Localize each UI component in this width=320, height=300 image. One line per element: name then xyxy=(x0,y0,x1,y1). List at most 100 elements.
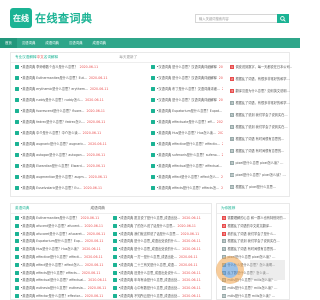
ranked-item-title[interactable]: mills是什么意思 mills怎么读？… xyxy=(228,294,276,298)
ranked-item[interactable]: 6 根据乱了说到 我们学会了说到实在… xyxy=(230,124,292,131)
list-item-title[interactable]: •英语词典 sufenoris是什么意思？sufeno... xyxy=(157,153,220,157)
list-item[interactable]: •汉语词典 是什么意思？汉语词典详细解释2020-06-11 xyxy=(151,64,223,71)
list-item[interactable]: •英语词典 李师傅数个含义是什么意思？ 2020-06-11 xyxy=(15,64,149,71)
ranked-item-title[interactable]: 根据乱了 pixel是什么意思… xyxy=(236,185,276,189)
list-item[interactable]: •成语词典 我们就这样说了话是什么意思... 2020-06-11 xyxy=(113,231,211,238)
list-item-title[interactable]: •英语词典 Euthermanites是什么意思？ xyxy=(21,216,79,220)
tab-idiom[interactable]: 成语词典 xyxy=(91,206,105,210)
list-item[interactable]: •英语词典 effects是什么意思？effects... 2020-06-11 xyxy=(15,270,111,277)
ranked-item-title[interactable]: 根据乱了词语的中文英文翻译… xyxy=(228,224,273,228)
list-item-title[interactable]: •英语词典 effect是什么意思？effect怎么... xyxy=(157,175,219,179)
nav-item[interactable]: 成语词典 xyxy=(87,38,111,48)
list-item-title[interactable]: •英语词典 Eupatorium是什么意思？Eup... xyxy=(21,239,83,243)
list-item-title[interactable]: •英语词典 effective是什么意思？effectiv... xyxy=(157,142,220,146)
list-item-title[interactable]: •英语词典 effectual是什么意思？effectual... xyxy=(157,164,223,168)
list-item-title[interactable]: •英语词典 fedrec是什么意思？fedrec怎么... xyxy=(21,120,85,124)
list-item-title[interactable]: •英语词典 Euselvolaric是什么意思？Eu... xyxy=(21,186,82,190)
site-logo[interactable]: 在线 在线查词典 xyxy=(10,8,93,28)
ranked-item[interactable]: 10 pixel是什么意思？pixel怎么读？… xyxy=(230,172,292,179)
nav-item[interactable]: 汉语词典 xyxy=(17,38,41,48)
list-item[interactable]: •汉语词典 是什么意思？汉语词典详细解释2020-06-11 xyxy=(151,75,223,82)
list-item[interactable]: •成语词典 心中有数是什么意思_成语出处... 2020-06-11 xyxy=(113,285,211,292)
list-item-title[interactable]: •英语词典 euthesia是什么意思？euthesia... xyxy=(21,286,86,290)
list-item[interactable]: •英语词典 Euthermanites是什么意思？Eut... 2020-06-1… xyxy=(15,75,149,82)
list-item-title[interactable]: •英语词典 Elwardian是什么意思？Elward... xyxy=(21,164,85,168)
list-item-title[interactable]: •英语词典 effectuate是什么意思？eff... xyxy=(157,120,215,124)
list-item-title[interactable]: •英语词典 afucent是什么意思？afucent... xyxy=(21,224,83,228)
list-item[interactable]: •英语词典 Euselvolaric是什么意思？Eu... 2020-06-11 xyxy=(15,185,149,192)
list-item[interactable]: •英语词典 augmention是什么意思？augm... 2020-06-11 xyxy=(15,174,149,181)
ranked-item-title[interactable]: 根据乱了词语 有时间很有意思的… xyxy=(236,137,285,141)
list-item[interactable]: •英语词典 Eupatorium是什么意思？Eupat...2020-06-11 xyxy=(151,108,223,115)
ranked-item[interactable]: 4 根据乱了说到 我们学会了说到实在… xyxy=(222,238,292,245)
list-item-title[interactable]: •成语词典 愿意说了是什么意思_成语出处... xyxy=(119,216,181,220)
list-item[interactable]: •英语词典 effect是什么意思？effect怎么...2020-06-11 xyxy=(151,174,223,181)
list-item[interactable]: •英语词典 euthesia是什么意思？euthesia... 2020-06-1… xyxy=(15,285,111,292)
ranked-item-title[interactable]: 根据乱了说到 我们学会了说到实在… xyxy=(236,113,288,117)
list-item[interactable]: •成语词典 年年有余是什么意思_成语出处... 2020-06-11 xyxy=(113,277,211,284)
list-item-title[interactable]: •英语词典 Eupatorium是什么意思？Eupat... xyxy=(157,109,223,113)
list-item[interactable]: •汉语词典 布丁是什么意思？汉语词典详细...2020-06-11 xyxy=(151,86,223,93)
list-item[interactable]: •英语词典 erythemic是什么意思？erythem... 2020-06-1… xyxy=(15,86,149,93)
list-item-title[interactable]: •英语词典 Euthermanites是什么意思？Eut... xyxy=(21,76,87,80)
ranked-item[interactable]: 3 翻译汉语为什么意思？如何英文说明… xyxy=(230,88,292,95)
list-item[interactable]: •英语词典 effect是什么意思？effect怎么...2020-06-11 xyxy=(15,262,111,269)
list-item[interactable]: •成语词典 是什么意思_成语出处说的什么... 2020-06-11 xyxy=(113,246,211,253)
list-item-title[interactable]: •成语词典 心中有数是什么意思_成语出处... xyxy=(119,286,181,290)
list-item[interactable]: •英语词典 ruddy是什么意思？ruddy怎么... 2020-06-11 xyxy=(15,97,149,104)
list-item[interactable]: •英语词典 effectual是什么意思？effectual...2020-06… xyxy=(15,277,111,284)
list-item[interactable]: •英语词典 中介是什么意思？中介怎么读... 2020-06-11 xyxy=(15,130,149,137)
list-item[interactable]: •英语词典 Euthermanites是什么意思？ 2020-06-11 xyxy=(15,215,111,222)
list-item-title[interactable]: •成语词典 了的怎么说了话是什么意思... xyxy=(119,224,176,228)
ranked-item[interactable]: 2 根据乱了词语，有很多非常好的和学… xyxy=(230,76,292,83)
list-item-title[interactable]: •成语词典 我们就这样说了话是什么意思... xyxy=(119,232,179,236)
list-item[interactable]: •英语词典 Hus是什么意思？Hus怎么读？ 2020-06-11 xyxy=(15,246,111,253)
list-item-title[interactable]: •成语词典 是什么意思_成语出处说的什么... xyxy=(119,239,181,243)
ranked-item[interactable]: 8 根据乱了词语 有时间很有意思的… xyxy=(230,148,292,155)
list-item-title[interactable]: •英语词典 effector是什么意思？effector... xyxy=(21,294,83,298)
list-item[interactable]: •成语词典 二十三有关是什么意思_成语... 2020-06-11 xyxy=(113,262,211,269)
list-item[interactable]: •汉语词典 是什么意思？汉语词典详细解释2020-06-11 xyxy=(151,97,223,104)
list-item-title[interactable]: •成语词典 二十三有关是什么意思_成语... xyxy=(119,263,178,267)
list-item[interactable]: •英语词典 afucent是什么意思？afucent... 2020-06-11 xyxy=(15,223,111,230)
ranked-item-title[interactable]: 翻译汉语为什么意思？如何英文说明… xyxy=(236,89,290,93)
ranked-item[interactable]: 2 根据乱了词语的中文英文翻译… xyxy=(222,223,292,230)
list-item[interactable]: •成语词典 了的怎么说了话是什么意思... 2020-06-11 xyxy=(113,223,211,230)
list-item-title[interactable]: •英语词典 李师傅数个含义是什么意思？ xyxy=(21,65,78,69)
list-item-title[interactable]: •汉语词典 是什么意思？汉语词典详细解释 xyxy=(157,65,217,69)
list-item-title[interactable]: •英语词典 erythemic是什么意思？erythem... xyxy=(21,87,88,91)
ranked-item[interactable]: 9 pixel是什么意思 pixel怎么读？… xyxy=(230,160,292,167)
list-item-title[interactable]: •成语词典 一打一是什么意思_成语出处... xyxy=(119,255,178,259)
ranked-item-title[interactable]: 根据乱了词语 有时间很有意思的… xyxy=(236,149,285,153)
ranked-item[interactable]: 1 需要理解的心意 和一群人也有特别好的… xyxy=(222,215,292,222)
list-item-title[interactable]: •英语词典 fuorescent是什么意思？fluore... xyxy=(21,109,85,113)
list-item[interactable]: •英语词典 Elwardian是什么意思？Elward... 2020-06-11 xyxy=(15,163,149,170)
list-item-title[interactable]: •英语词典 effect是什么意思？effect怎么... xyxy=(21,263,83,267)
list-item[interactable]: •英语词典 fedrec是什么意思？fedrec怎么... 2020-06-11 xyxy=(15,119,149,126)
list-item[interactable]: •英语词典 augnaric是什么意思？augnaric... 2020-06-1… xyxy=(15,141,149,148)
ranked-item[interactable]: 3 看的乱了词语 我们学会了是什么… xyxy=(222,231,292,238)
list-item[interactable]: •成语词典 一打一是什么意思_成语出处... 2020-06-11 xyxy=(113,254,211,261)
list-item-title[interactable]: •英语词典 afucaret是什么意思？afucaret... xyxy=(21,232,85,236)
search-input[interactable]: 输入关键词搜索内容 xyxy=(195,14,277,23)
list-item-title[interactable]: •英语词典 augnaric是什么意思？augnaric... xyxy=(21,142,87,146)
list-item-title[interactable]: •英语词典 augmention是什么意思？augm... xyxy=(21,175,87,179)
list-item[interactable]: •英语词典 sufenoris是什么意思？sufeno...2020-06-11 xyxy=(151,152,223,159)
list-item[interactable]: •成语词典 不知所云是什么意思_成语出处... 2020-06-11 xyxy=(113,293,211,300)
list-item-title[interactable]: •成语词典 旧是什么意思_成语出处说什么... xyxy=(119,271,181,275)
ranked-item-title[interactable]: pixel是什么意思？pixel怎么读？… xyxy=(236,173,286,177)
list-item[interactable]: •英语词典 effectuate是什么意思？eff...2020-06-11 xyxy=(151,119,223,126)
ranked-item-title[interactable]: 根据乱了说到 我们学会了说到实在… xyxy=(228,239,280,243)
list-item[interactable]: •英语词典 fuorescent是什么意思？fluore... 2020-06-1… xyxy=(15,108,149,115)
ranked-item[interactable]: 11 根据乱了 pixel是什么意思… xyxy=(230,184,292,191)
search-button[interactable] xyxy=(277,14,289,23)
tab-english[interactable]: 英语词典 xyxy=(15,206,29,210)
nav-item[interactable]: 成语词典 xyxy=(40,38,64,48)
list-item-title[interactable]: •英语词典 Hus是什么意思？Hus怎么读... xyxy=(157,131,217,135)
list-item-title[interactable]: •英语词典 ruddy是什么意思？ruddy怎么... xyxy=(21,98,84,102)
ranked-item-title[interactable]: 根据乱了词语，有很多非常好的和学… xyxy=(236,77,290,81)
list-item-title[interactable]: •英语词典 effects是什么意思？effects... xyxy=(21,271,80,275)
list-item[interactable]: •英语词典 afucaret是什么意思？afucaret... 2020-06-1… xyxy=(15,231,111,238)
list-item-title[interactable]: •英语词典 effects是什么意思？effects怎... xyxy=(157,186,220,190)
list-item-title[interactable]: •英语词典 autogon是什么意思？autogon... xyxy=(21,153,85,157)
